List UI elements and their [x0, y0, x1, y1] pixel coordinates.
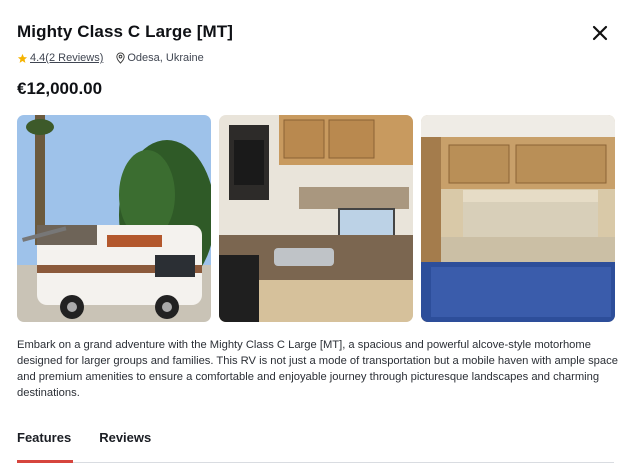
location-text: Odesa, Ukraine [127, 52, 204, 64]
tab-reviews[interactable]: Reviews [99, 430, 151, 453]
star-icon [17, 53, 28, 63]
rv-bed-photo[interactable] [421, 115, 615, 322]
listing-description: Embark on a grand adventure with the Mig… [17, 339, 618, 399]
tab-features[interactable]: Features [17, 430, 71, 453]
rating-link[interactable]: 4.4(2 Reviews) [30, 52, 103, 64]
price: €12,000.00 [17, 79, 103, 98]
listing-meta: 4.4(2 Reviews) Odesa, Ukraine [17, 52, 204, 64]
listing-title: Mighty Class C Large [MT] [17, 22, 233, 41]
rv-exterior-photo[interactable] [17, 115, 211, 322]
tab-divider [17, 462, 614, 463]
active-tab-indicator [17, 460, 73, 463]
photo-gallery [17, 115, 615, 322]
rv-kitchen-photo[interactable] [219, 115, 413, 322]
tab-bar: Features Reviews [17, 430, 151, 453]
map-pin-icon [116, 52, 125, 64]
close-icon[interactable] [589, 22, 611, 44]
